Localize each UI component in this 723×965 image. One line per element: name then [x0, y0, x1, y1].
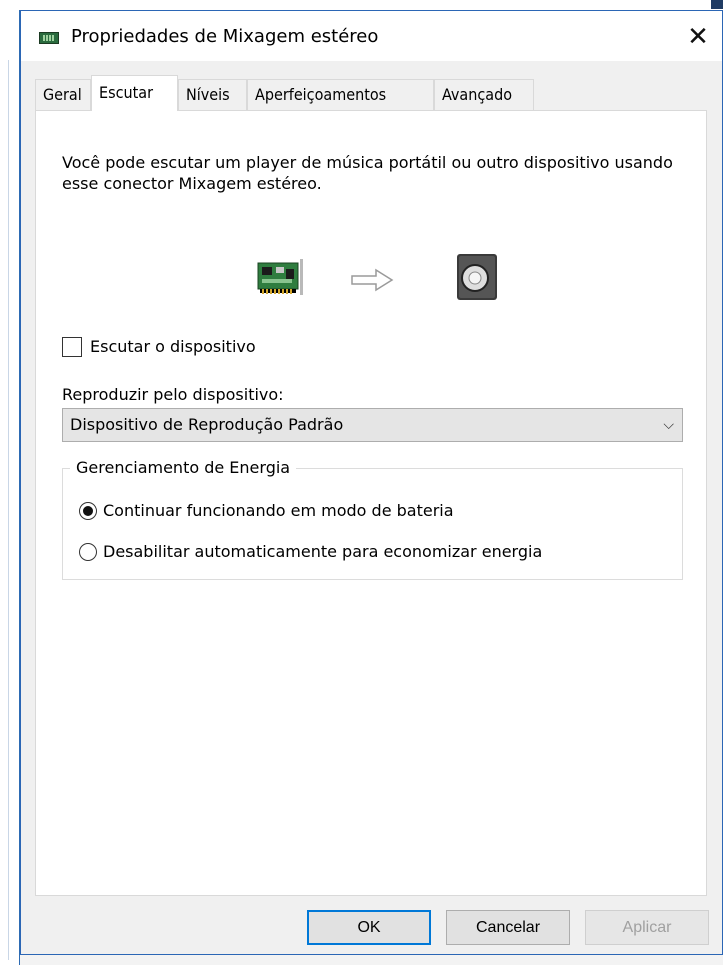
playback-device-select[interactable]: Dispositivo de Reprodução Padrão ⌵: [62, 408, 683, 442]
background-window-left: [0, 0, 20, 965]
tab-niveis[interactable]: Níveis: [178, 79, 247, 110]
background-window-divider: [8, 60, 9, 960]
cancel-button[interactable]: Cancelar: [446, 910, 570, 945]
arrow-right-icon: [351, 268, 394, 292]
background-window-bottom: [20, 955, 723, 965]
tab-aperfeicoamentos[interactable]: Aperfeiçoamentos: [247, 79, 434, 110]
radio-battery[interactable]: [79, 502, 97, 520]
close-button[interactable]: ✕: [678, 17, 718, 57]
listen-checkbox-label[interactable]: Escutar o dispositivo: [90, 337, 256, 357]
listen-description: Você pode escutar um player de música po…: [62, 153, 673, 193]
speaker-icon: [457, 254, 497, 300]
sound-card-icon: [39, 32, 59, 44]
ok-button[interactable]: OK: [307, 910, 431, 945]
apply-button[interactable]: Aplicar: [585, 910, 709, 945]
radio-auto-disable[interactable]: [79, 543, 97, 561]
playback-device-value: Dispositivo de Reprodução Padrão: [70, 415, 344, 434]
listen-checkbox[interactable]: [62, 337, 82, 357]
tab-avancado[interactable]: Avançado: [434, 79, 534, 110]
chevron-down-icon: ⌵: [663, 417, 674, 433]
tab-geral[interactable]: Geral: [35, 79, 91, 110]
radio-auto-disable-label[interactable]: Desabilitar automaticamente para economi…: [103, 541, 542, 563]
dialog-title: Propriedades de Mixagem estéreo: [71, 26, 379, 47]
tab-escutar[interactable]: Escutar: [91, 75, 178, 111]
playback-device-label: Reproduzir pelo dispositivo:: [62, 385, 284, 404]
power-management-title: Gerenciamento de Energia: [70, 457, 297, 479]
background-window: [0, 0, 723, 10]
sound-card-icon: [257, 259, 303, 295]
background-window-corner: [711, 0, 723, 9]
power-management-group: [62, 468, 683, 580]
title-bar[interactable]: Propriedades de Mixagem estéreo ✕: [21, 11, 722, 61]
radio-battery-label[interactable]: Continuar funcionando em modo de bateria: [103, 500, 454, 522]
